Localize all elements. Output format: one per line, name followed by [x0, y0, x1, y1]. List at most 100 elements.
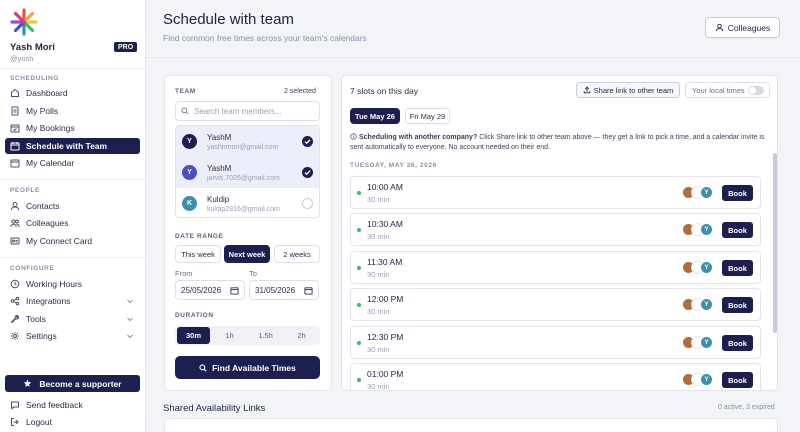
team-member-row[interactable]: K Kuldip kuldip2916@gmail.com: [176, 188, 319, 217]
attendee-avatars: Y: [682, 222, 718, 238]
slot-time: 12:30 PM: [367, 332, 404, 342]
calendar-icon[interactable]: [304, 286, 313, 295]
sidebar-item-my-polls[interactable]: My Polls: [5, 103, 140, 119]
time-slot-row: 01:00 PM 30 min Y Book: [350, 363, 761, 391]
sidebar-item-dashboard[interactable]: Dashboard: [5, 85, 140, 101]
slot-time: 10:30 AM: [367, 219, 403, 229]
sidebar-item-integrations[interactable]: Integrations: [5, 293, 140, 309]
become-supporter-button[interactable]: Become a supporter: [5, 375, 140, 392]
sidebar-item-label: My Connect Card: [26, 236, 93, 246]
local-times-toggle[interactable]: Your local times: [685, 82, 770, 98]
colleagues-button[interactable]: Colleagues: [705, 17, 780, 38]
time-slot-row: 10:00 AM 30 min Y Book: [350, 176, 761, 209]
day-tab-tue-may-26[interactable]: Tue May 26: [350, 108, 400, 124]
available-dot: [357, 341, 361, 345]
slot-time: 12:00 PM: [367, 294, 404, 304]
sidebar-item-label: Contacts: [26, 201, 60, 211]
attendee-avatars: Y: [682, 185, 718, 201]
sidebar-item-working-hours[interactable]: Working Hours: [5, 276, 140, 292]
section-label-people: PEOPLE: [10, 187, 40, 194]
day-tab-fri-may-29[interactable]: Fri May 29: [405, 108, 450, 124]
team-member-row[interactable]: Y YashM yashnmori@gmail.com: [176, 126, 319, 157]
book-button[interactable]: Book: [722, 297, 753, 313]
sidebar-divider: [0, 257, 146, 258]
duration-2h[interactable]: 2h: [285, 327, 318, 344]
page-subtitle: Find common free times across your team'…: [163, 33, 367, 43]
slot-duration: 30 min: [367, 307, 390, 316]
slots-scrollbar[interactable]: [773, 153, 777, 333]
user-handle: @yosh: [10, 54, 34, 63]
to-date-input[interactable]: 31/05/2026: [249, 280, 319, 300]
team-label: TEAM: [175, 88, 196, 95]
send-feedback-link[interactable]: Send feedback: [5, 397, 140, 413]
sidebar: Yash Mori @yosh PRO SCHEDULING Dashboard…: [0, 0, 146, 432]
logout-link[interactable]: Logout: [5, 414, 140, 430]
calendar-icon[interactable]: [230, 286, 239, 295]
date-range-label: DATE RANGE: [175, 233, 224, 240]
sidebar-item-label: Schedule with Team: [26, 141, 108, 151]
book-button[interactable]: Book: [722, 335, 753, 351]
sidebar-item-colleagues[interactable]: Colleagues: [5, 215, 140, 231]
from-date-input[interactable]: 25/05/2026: [175, 280, 245, 300]
send-feedback-label: Send feedback: [26, 400, 83, 410]
team-member-row[interactable]: Y YashM jarvis.7026@gmail.com: [176, 157, 319, 188]
time-slot-row: 11:30 AM 30 min Y Book: [350, 251, 761, 284]
sidebar-item-settings[interactable]: Settings: [5, 328, 140, 344]
sidebar-item-schedule-with-team[interactable]: Schedule with Team: [5, 138, 140, 154]
slot-duration: 30 min: [367, 195, 390, 204]
member-checkbox[interactable]: [302, 198, 313, 209]
sidebar-item-my-bookings[interactable]: My Bookings: [5, 120, 140, 136]
app-logo-icon[interactable]: [10, 8, 38, 36]
member-checkbox[interactable]: [302, 167, 313, 178]
supporter-label: Become a supporter: [39, 378, 122, 389]
sidebar-item-label: Settings: [26, 331, 57, 341]
chevron-down-icon[interactable]: [126, 315, 134, 323]
slot-time: 11:30 AM: [367, 257, 403, 267]
duration-1h[interactable]: 1h: [213, 327, 246, 344]
sidebar-item-my-calendar[interactable]: My Calendar: [5, 155, 140, 171]
date-range-next-week[interactable]: Next week: [224, 245, 270, 263]
sidebar-item-label: Integrations: [26, 296, 71, 306]
share-link-button[interactable]: Share link to other team: [576, 82, 680, 98]
document-icon: [10, 106, 20, 116]
wrench-icon: [10, 314, 20, 324]
logout-label: Logout: [26, 417, 52, 427]
duration-30m[interactable]: 30m: [177, 327, 210, 344]
avatar: Y: [700, 223, 713, 236]
book-button[interactable]: Book: [722, 185, 753, 201]
to-date-value: 31/05/2026: [255, 285, 296, 295]
avatar: Y: [700, 186, 713, 199]
attendee-avatars: Y: [682, 260, 718, 276]
section-label-scheduling: SCHEDULING: [10, 75, 59, 82]
attendee-avatars: Y: [682, 335, 718, 351]
sidebar-item-tools[interactable]: Tools: [5, 311, 140, 327]
duration-1-5h[interactable]: 1.5h: [249, 327, 282, 344]
member-checkbox[interactable]: [302, 136, 313, 147]
book-button[interactable]: Book: [722, 260, 753, 276]
sidebar-divider: [0, 68, 146, 69]
date-range-this-week[interactable]: This week: [175, 245, 221, 263]
sidebar-item-contacts[interactable]: Contacts: [5, 198, 140, 214]
available-dot: [357, 378, 361, 382]
shared-links-status: 0 active, 3 expired: [718, 404, 775, 411]
sidebar-item-my-connect-card[interactable]: My Connect Card: [5, 233, 140, 249]
sidebar-item-label: Colleagues: [26, 218, 69, 228]
avatar: Y: [182, 134, 197, 149]
book-button[interactable]: Book: [722, 372, 753, 388]
time-slot-row: 10:30 AM 30 min Y Book: [350, 213, 761, 246]
from-label: From: [175, 269, 193, 278]
time-slot-row: 12:30 PM 30 min Y Book: [350, 326, 761, 359]
toggle-switch[interactable]: [748, 86, 764, 95]
date-range-2-weeks[interactable]: 2 weeks: [274, 245, 320, 263]
calendar-check-icon: [10, 123, 20, 133]
find-available-times-button[interactable]: Find Available Times: [175, 356, 320, 379]
local-times-label: Your local times: [692, 85, 745, 95]
member-name: YashM: [207, 133, 232, 142]
colleagues-button-label: Colleagues: [727, 22, 771, 33]
to-label: To: [249, 269, 257, 278]
book-button[interactable]: Book: [722, 222, 753, 238]
chevron-down-icon[interactable]: [126, 332, 134, 340]
team-search-input[interactable]: Search team members...: [175, 101, 320, 121]
shared-links-title: Shared Availability Links: [163, 403, 266, 414]
chevron-down-icon[interactable]: [126, 297, 134, 305]
